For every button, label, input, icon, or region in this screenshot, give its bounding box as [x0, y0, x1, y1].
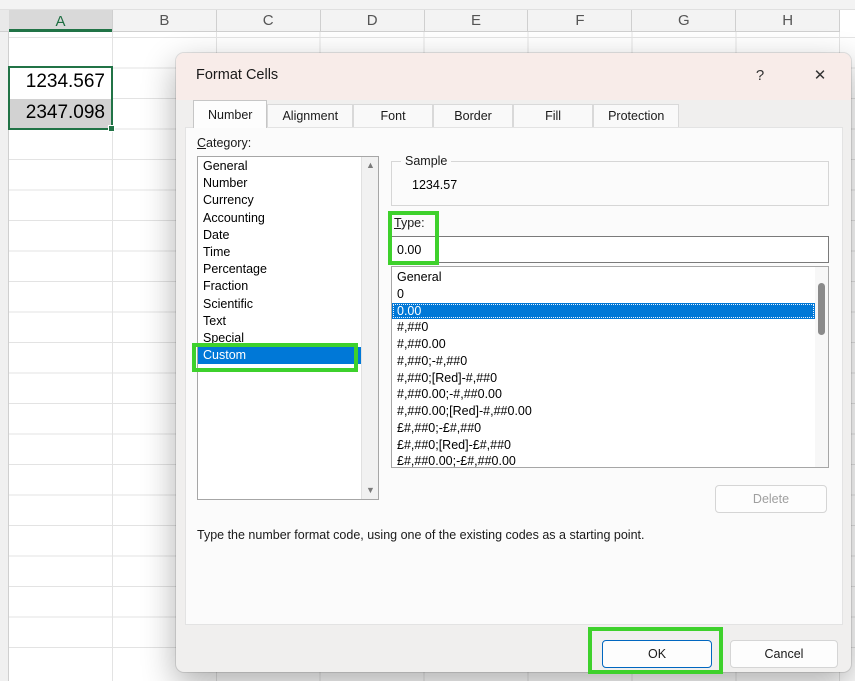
category-item-fraction[interactable]: Fraction [198, 278, 361, 295]
type-option[interactable]: #,##0.00 [392, 336, 815, 353]
fill-handle[interactable] [108, 125, 115, 132]
category-label: Category: [197, 136, 251, 150]
delete-button[interactable]: Delete [715, 485, 827, 513]
sample-groupbox: Sample 1234.57 [391, 161, 829, 206]
category-item-percentage[interactable]: Percentage [198, 261, 361, 278]
tab-font[interactable]: Font [353, 104, 433, 128]
scroll-down-icon[interactable]: ▼ [362, 482, 379, 499]
dialog-tabs: Number Alignment Font Border Fill Protec… [193, 100, 679, 128]
header-top-strip [0, 0, 855, 10]
category-item-accounting[interactable]: Accounting [198, 210, 361, 227]
type-option[interactable]: #,##0.00;-#,##0.00 [392, 386, 815, 403]
type-option[interactable]: £#,##0;-£#,##0 [392, 420, 815, 437]
sample-label: Sample [401, 154, 451, 168]
selected-column-underline [9, 29, 112, 32]
type-input[interactable] [391, 236, 829, 263]
type-scrollbar[interactable] [815, 267, 828, 467]
type-listbox[interactable]: General 0 0.00 #,##0 #,##0.00 #,##0;-#,#… [391, 266, 829, 468]
sample-value: 1234.57 [412, 178, 457, 192]
tab-border[interactable]: Border [433, 104, 513, 128]
type-option[interactable]: #,##0.00;[Red]-#,##0.00 [392, 403, 815, 420]
type-option[interactable]: £#,##0;[Red]-£#,##0 [392, 437, 815, 454]
help-icon[interactable]: ? [748, 64, 772, 88]
format-cells-dialog: Format Cells ? ✕ Number Alignment Font B… [176, 53, 851, 672]
instruction-text: Type the number format code, using one o… [197, 528, 645, 542]
column-header-c[interactable]: C [217, 10, 321, 32]
ok-button[interactable]: OK [602, 640, 712, 668]
close-icon[interactable]: ✕ [806, 63, 834, 89]
category-item-number[interactable]: Number [198, 175, 361, 192]
type-option[interactable]: £#,##0.00;-£#,##0.00 [392, 453, 815, 470]
scroll-up-icon[interactable]: ▲ [362, 157, 379, 174]
cancel-button[interactable]: Cancel [730, 640, 838, 668]
column-header-e[interactable]: E [425, 10, 529, 32]
tab-protection[interactable]: Protection [593, 104, 679, 128]
column-header-d[interactable]: D [321, 10, 425, 32]
column-header-f[interactable]: F [528, 10, 632, 32]
category-item-currency[interactable]: Currency [198, 192, 361, 209]
category-item-time[interactable]: Time [198, 244, 361, 261]
tab-alignment[interactable]: Alignment [267, 104, 353, 128]
dialog-titlebar[interactable]: Format Cells ? ✕ [176, 53, 851, 100]
type-options: General 0 0.00 #,##0 #,##0.00 #,##0;-#,#… [392, 269, 815, 470]
type-option[interactable]: #,##0;-#,##0 [392, 353, 815, 370]
type-option[interactable]: #,##0 [392, 319, 815, 336]
type-option-selected[interactable]: 0.00 [392, 303, 815, 320]
category-item-scientific[interactable]: Scientific [198, 296, 361, 313]
category-item-special[interactable]: Special [198, 330, 361, 347]
column-headers: A B C D E F G H [9, 10, 840, 32]
screen: A B C D E F G H 1234.567 2347.098 Format… [0, 0, 855, 681]
column-header-h[interactable]: H [736, 10, 840, 32]
tab-fill[interactable]: Fill [513, 104, 593, 128]
category-listbox[interactable]: General Number Currency Accounting Date … [197, 156, 379, 500]
type-option[interactable]: 0 [392, 286, 815, 303]
select-all-corner[interactable] [0, 10, 9, 32]
category-items: General Number Currency Accounting Date … [198, 158, 361, 364]
cell-selection-border [8, 66, 113, 130]
column-header-b[interactable]: B [113, 10, 217, 32]
dialog-title: Format Cells [196, 67, 278, 83]
category-item-general[interactable]: General [198, 158, 361, 175]
type-option[interactable]: #,##0;[Red]-#,##0 [392, 370, 815, 387]
type-option[interactable]: General [392, 269, 815, 286]
category-item-custom[interactable]: Custom [198, 347, 361, 364]
number-tab-panel: Category: General Number Currency Accoun… [185, 127, 843, 625]
type-label: Type: [394, 216, 425, 230]
category-item-text[interactable]: Text [198, 313, 361, 330]
type-scrollbar-thumb[interactable] [818, 283, 825, 335]
category-scrollbar[interactable]: ▲ ▼ [361, 157, 378, 499]
tab-number[interactable]: Number [193, 100, 267, 128]
column-header-g[interactable]: G [632, 10, 736, 32]
category-item-date[interactable]: Date [198, 227, 361, 244]
